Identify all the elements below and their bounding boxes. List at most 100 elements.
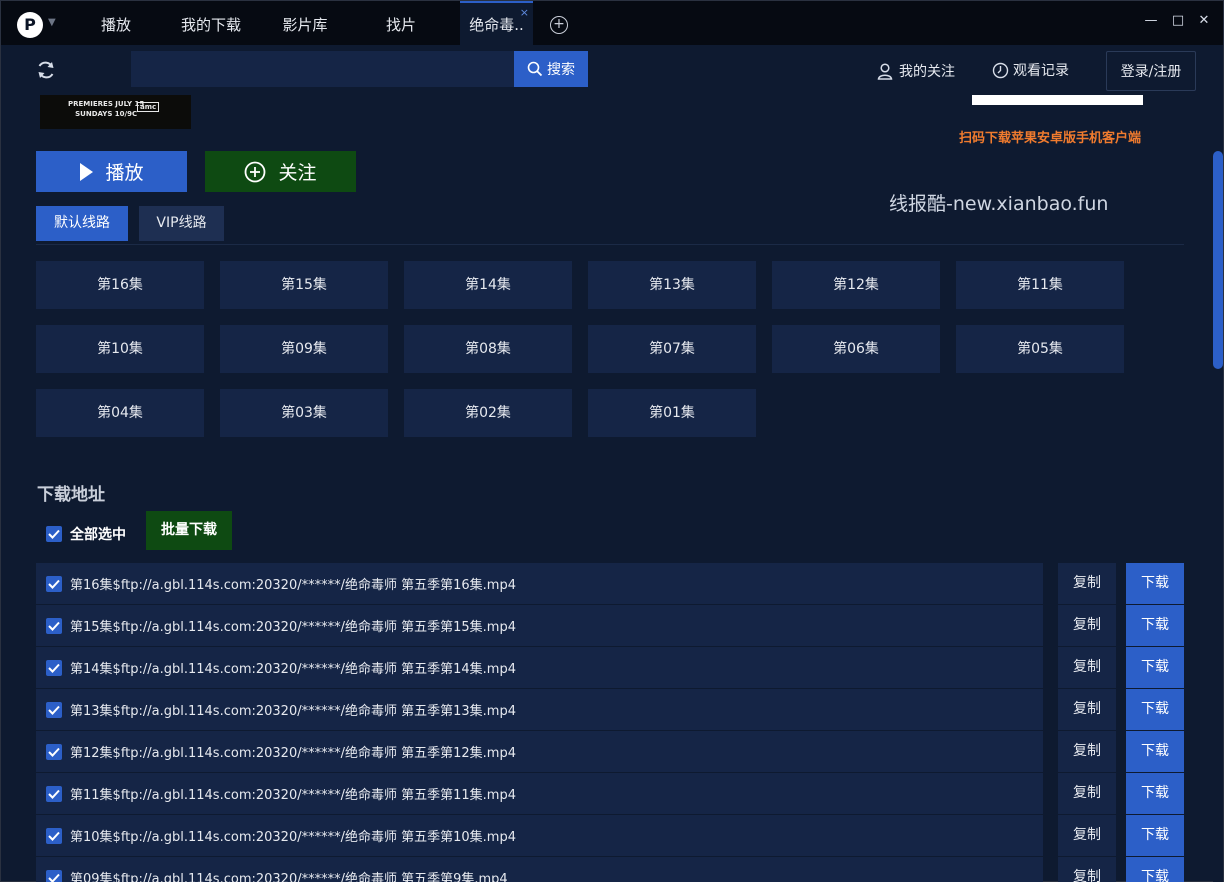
download-url: 第11集$ftp://a.gbl.114s.com:20320/******/绝…	[36, 773, 1043, 814]
download-url: 第10集$ftp://a.gbl.114s.com:20320/******/绝…	[36, 815, 1043, 856]
route-tab-vip[interactable]: VIP线路	[139, 206, 224, 241]
add-tab-button[interactable]: +	[550, 16, 568, 34]
search-button-label: 搜索	[547, 62, 575, 78]
tab-play[interactable]: 播放	[86, 1, 146, 45]
play-button-label: 播放	[105, 162, 144, 184]
qr-caption: 扫码下载苹果安卓版手机客户端	[959, 131, 1142, 146]
copy-button[interactable]: 复制	[1058, 857, 1116, 882]
download-button[interactable]: 下载	[1126, 563, 1184, 604]
copy-button[interactable]: 复制	[1058, 815, 1116, 856]
watch-history-link[interactable]: 观看记录	[992, 60, 1069, 80]
divider	[36, 244, 1184, 245]
episode-button[interactable]: 第11集	[956, 261, 1124, 309]
chevron-down-icon[interactable]: ▼	[48, 17, 56, 28]
row-checkbox[interactable]	[46, 701, 62, 718]
download-row: 第09集$ftp://a.gbl.114s.com:20320/******/绝…	[36, 857, 1186, 882]
close-window-button[interactable]: ✕	[1194, 11, 1214, 31]
copy-button[interactable]: 复制	[1058, 605, 1116, 646]
download-url: 第14集$ftp://a.gbl.114s.com:20320/******/绝…	[36, 647, 1043, 688]
row-checkbox[interactable]	[46, 659, 62, 676]
episode-button[interactable]: 第01集	[588, 389, 756, 437]
select-all-label: 全部选中	[70, 527, 126, 543]
copy-button[interactable]: 复制	[1058, 689, 1116, 730]
watermark-text: 线报酷-new.xianbao.fun	[889, 193, 1109, 215]
batch-download-button[interactable]: 批量下载	[146, 511, 232, 550]
episode-button[interactable]: 第03集	[220, 389, 388, 437]
close-tab-icon[interactable]: ×	[520, 7, 529, 18]
download-url-text: 第16集$ftp://a.gbl.114s.com:20320/******/绝…	[70, 578, 516, 593]
download-url-text: 第13集$ftp://a.gbl.114s.com:20320/******/绝…	[70, 704, 516, 719]
search-icon	[527, 61, 543, 77]
episode-button[interactable]: 第10集	[36, 325, 204, 373]
download-url: 第12集$ftp://a.gbl.114s.com:20320/******/绝…	[36, 731, 1043, 772]
poster-image: PREMIERES JULY 15 SUNDAYS 10/9C amc	[40, 95, 191, 129]
title-bar: P ▼ 播放 我的下载 影片库 找片 绝命毒.. × + — □ ✕	[1, 1, 1223, 45]
download-url-text: 第09集$ftp://a.gbl.114s.com:20320/******/绝…	[70, 872, 508, 882]
download-button[interactable]: 下载	[1126, 815, 1184, 856]
poster-caption: PREMIERES JULY 15 SUNDAYS 10/9C	[68, 100, 145, 118]
poster-brand-logo: amc	[137, 102, 160, 112]
episode-button[interactable]: 第16集	[36, 261, 204, 309]
row-checkbox[interactable]	[46, 617, 62, 634]
scrollbar-thumb[interactable]	[1213, 151, 1223, 369]
download-button[interactable]: 下载	[1126, 647, 1184, 688]
row-checkbox[interactable]	[46, 785, 62, 802]
tab-current-show[interactable]: 绝命毒.. ×	[460, 1, 533, 45]
download-url: 第09集$ftp://a.gbl.114s.com:20320/******/绝…	[36, 857, 1043, 882]
select-all-checkbox[interactable]: 全部选中	[46, 524, 126, 544]
app-logo-icon[interactable]: P	[17, 12, 43, 38]
play-button[interactable]: 播放	[36, 151, 187, 192]
copy-button[interactable]: 复制	[1058, 731, 1116, 772]
download-button[interactable]: 下载	[1126, 857, 1184, 882]
row-checkbox[interactable]	[46, 827, 62, 844]
login-register-button[interactable]: 登录/注册	[1106, 51, 1196, 91]
tab-find[interactable]: 找片	[371, 1, 431, 45]
row-checkbox[interactable]	[46, 575, 62, 592]
episode-button[interactable]: 第09集	[220, 325, 388, 373]
tab-library[interactable]: 影片库	[275, 1, 335, 45]
episode-button[interactable]: 第06集	[772, 325, 940, 373]
route-tab-default[interactable]: 默认线路	[36, 206, 128, 241]
refresh-icon[interactable]	[35, 59, 57, 81]
my-follows-label: 我的关注	[899, 64, 955, 80]
download-url-text: 第12集$ftp://a.gbl.114s.com:20320/******/绝…	[70, 746, 516, 761]
download-url: 第16集$ftp://a.gbl.114s.com:20320/******/绝…	[36, 563, 1043, 604]
copy-button[interactable]: 复制	[1058, 563, 1116, 604]
episode-button[interactable]: 第14集	[404, 261, 572, 309]
episode-button[interactable]: 第07集	[588, 325, 756, 373]
download-row: 第10集$ftp://a.gbl.114s.com:20320/******/绝…	[36, 815, 1186, 856]
download-button[interactable]: 下载	[1126, 689, 1184, 730]
row-checkbox[interactable]	[46, 743, 62, 760]
search-button[interactable]: 搜索	[514, 51, 588, 87]
app-window: P ▼ 播放 我的下载 影片库 找片 绝命毒.. × + — □ ✕ 搜索 我的…	[0, 0, 1224, 882]
download-url-text: 第10集$ftp://a.gbl.114s.com:20320/******/绝…	[70, 830, 516, 845]
copy-button[interactable]: 复制	[1058, 647, 1116, 688]
watch-history-label: 观看记录	[1013, 63, 1069, 79]
episode-button[interactable]: 第15集	[220, 261, 388, 309]
episode-button[interactable]: 第05集	[956, 325, 1124, 373]
download-url: 第13集$ftp://a.gbl.114s.com:20320/******/绝…	[36, 689, 1043, 730]
maximize-button[interactable]: □	[1168, 11, 1188, 31]
episode-button[interactable]: 第04集	[36, 389, 204, 437]
row-checkbox[interactable]	[46, 869, 62, 882]
play-icon	[80, 162, 94, 181]
download-button[interactable]: 下载	[1126, 605, 1184, 646]
download-url-text: 第15集$ftp://a.gbl.114s.com:20320/******/绝…	[70, 620, 516, 635]
vertical-scrollbar[interactable]	[1213, 95, 1223, 882]
download-row: 第15集$ftp://a.gbl.114s.com:20320/******/绝…	[36, 605, 1186, 646]
episode-button[interactable]: 第02集	[404, 389, 572, 437]
detail-content: PREMIERES JULY 15 SUNDAYS 10/9C amc 扫码下载…	[1, 95, 1213, 882]
download-button[interactable]: 下载	[1126, 773, 1184, 814]
download-button[interactable]: 下载	[1126, 731, 1184, 772]
follow-button[interactable]: 关注	[205, 151, 356, 192]
my-follows-link[interactable]: 我的关注	[877, 61, 955, 81]
episode-button[interactable]: 第08集	[404, 325, 572, 373]
tab-my-downloads[interactable]: 我的下载	[173, 1, 249, 45]
episode-button[interactable]: 第12集	[772, 261, 940, 309]
qr-code-image	[972, 95, 1143, 105]
copy-button[interactable]: 复制	[1058, 773, 1116, 814]
episode-button[interactable]: 第13集	[588, 261, 756, 309]
download-row: 第13集$ftp://a.gbl.114s.com:20320/******/绝…	[36, 689, 1186, 730]
search-input[interactable]	[131, 51, 515, 87]
minimize-button[interactable]: —	[1141, 11, 1161, 31]
